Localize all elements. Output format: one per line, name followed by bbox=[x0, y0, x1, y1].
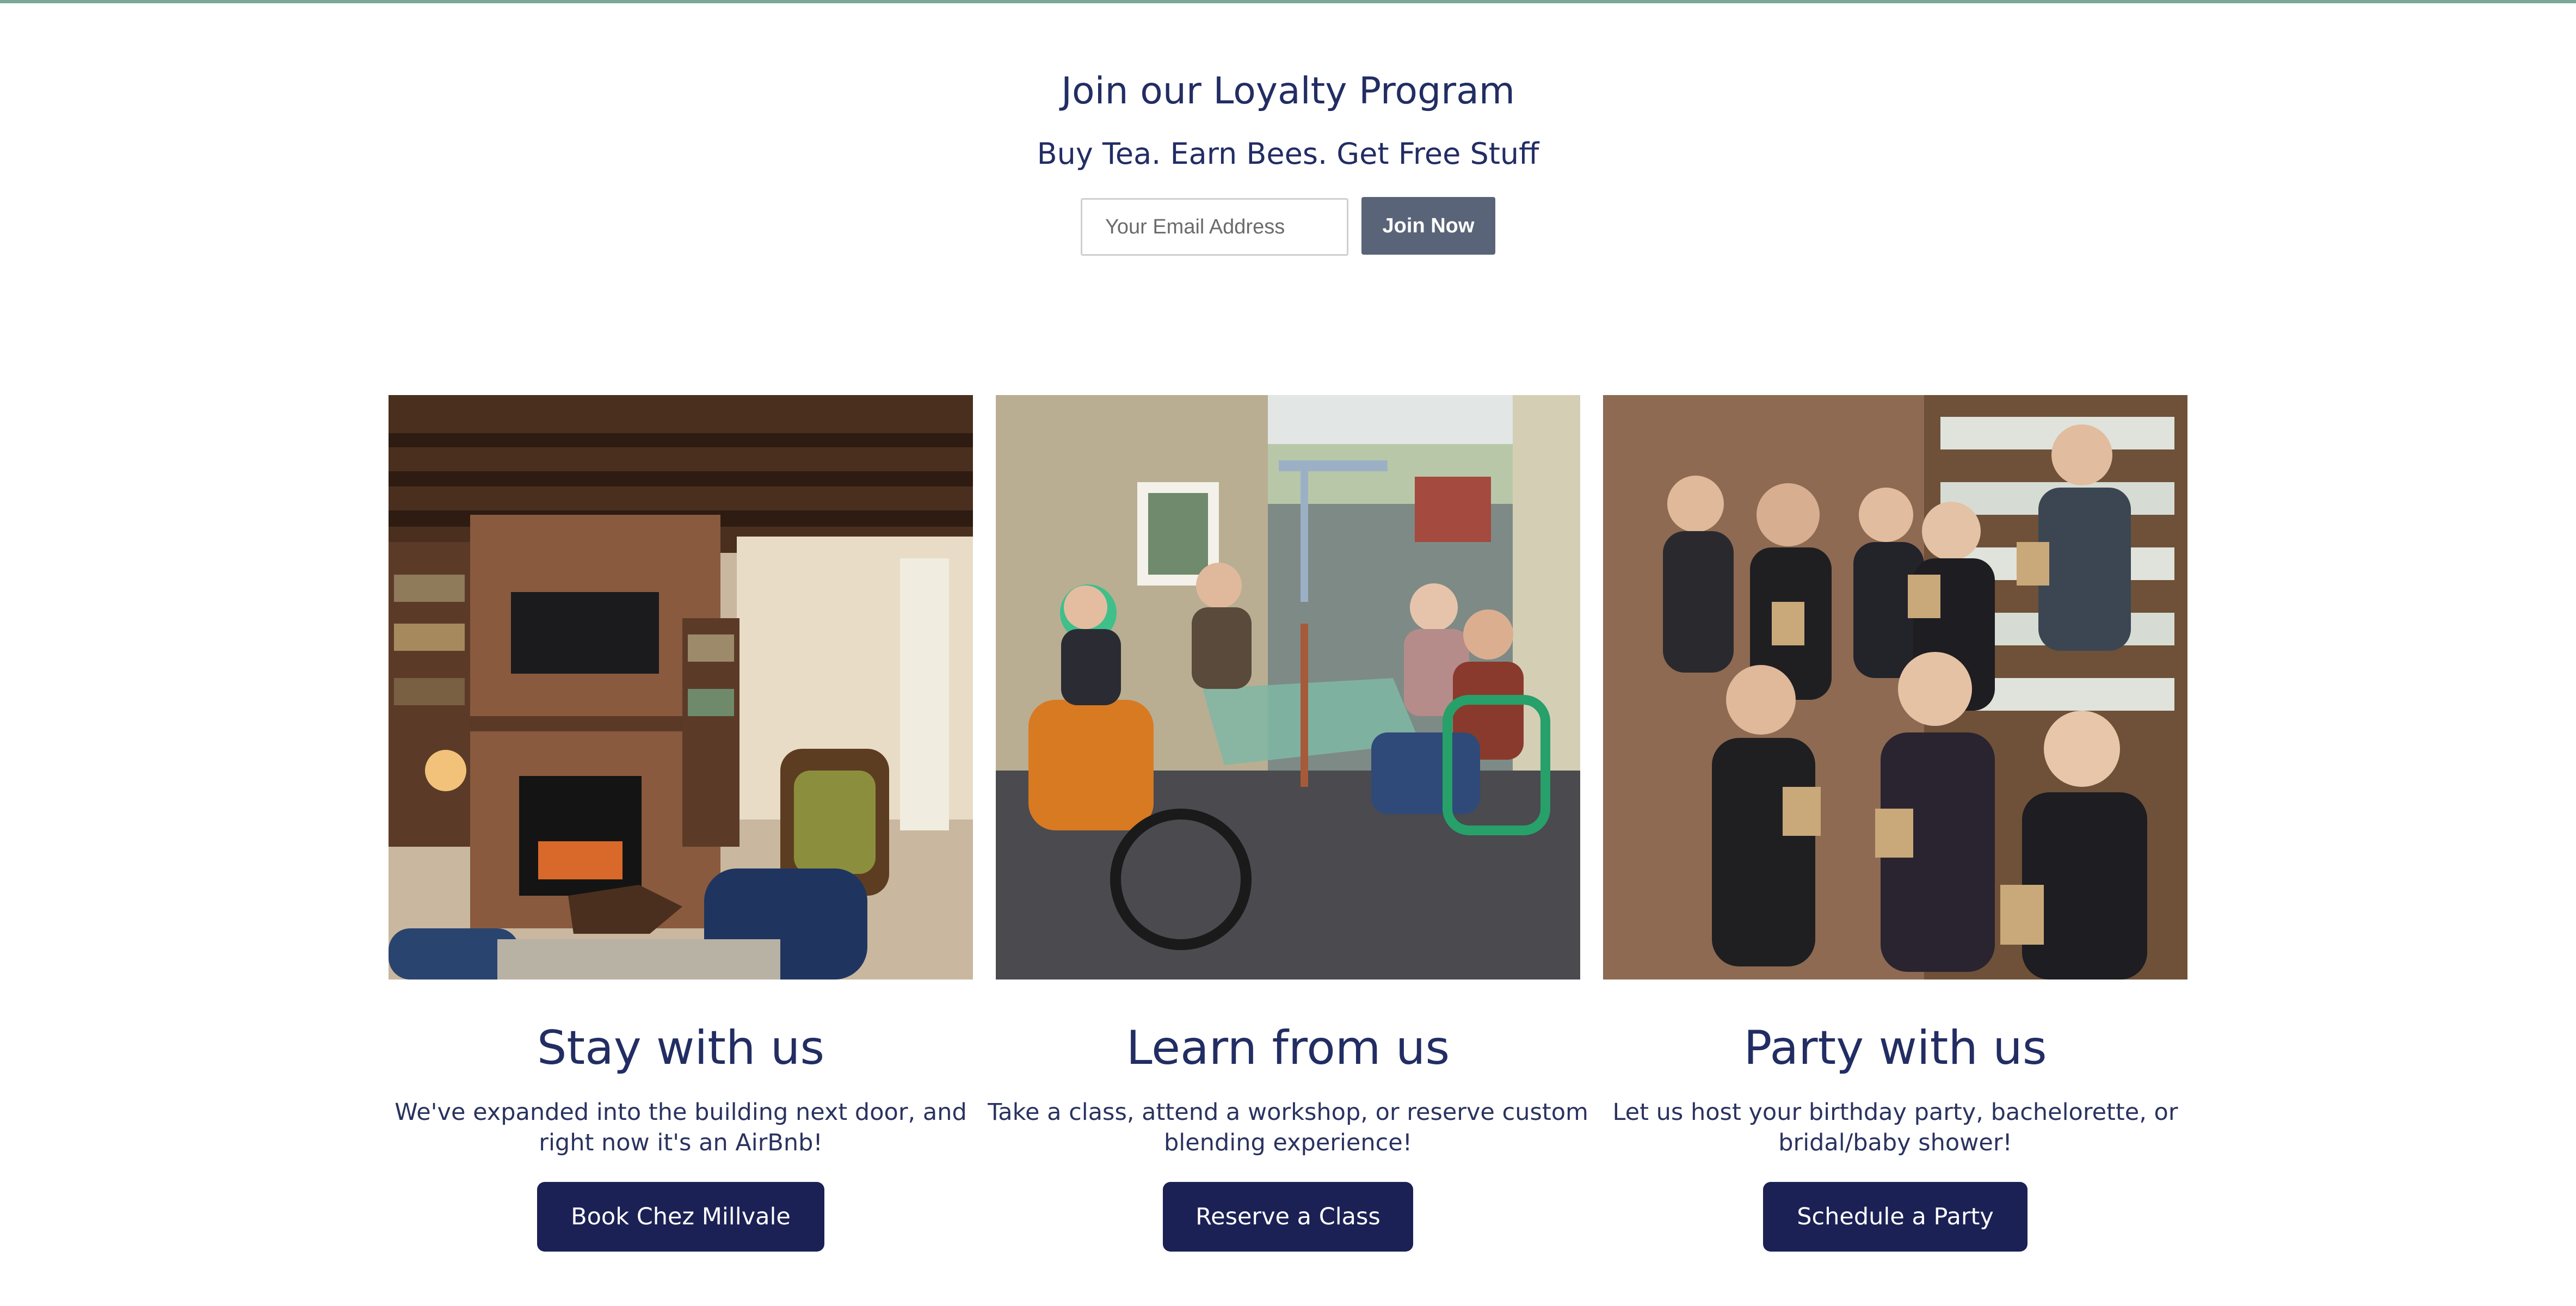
card-text: Take a class, attend a workshop, or rese… bbox=[988, 1099, 1588, 1156]
tea-shop-party-photo bbox=[1603, 395, 2187, 980]
loyalty-subtitle: Buy Tea. Earn Bees. Get Free Stuff bbox=[1037, 137, 1539, 171]
card-party: Party with us Let us host your birthday … bbox=[1603, 395, 2187, 1266]
loyalty-section: Join our Loyalty Program Buy Tea. Earn B… bbox=[0, 0, 2576, 305]
outdoor-patio-group-photo bbox=[996, 395, 1580, 980]
book-chez-millvale-button[interactable]: Book Chez Millvale bbox=[537, 1182, 824, 1252]
card-text: We've expanded into the building next do… bbox=[395, 1099, 967, 1156]
join-now-button[interactable]: Join Now bbox=[1361, 197, 1495, 255]
card-stay: Stay with us We've expanded into the bui… bbox=[389, 395, 973, 1266]
card-title: Stay with us bbox=[537, 1021, 825, 1075]
card-title: Learn from us bbox=[1126, 1021, 1450, 1075]
reserve-a-class-button[interactable]: Reserve a Class bbox=[1163, 1182, 1413, 1252]
living-room-fireplace-photo bbox=[389, 395, 973, 980]
card-text: Let us host your birthday party, bachelo… bbox=[1612, 1099, 2178, 1156]
loyalty-title: Join our Loyalty Program bbox=[1061, 70, 1515, 113]
card-title: Party with us bbox=[1743, 1021, 2047, 1075]
schedule-a-party-button[interactable]: Schedule a Party bbox=[1763, 1182, 2027, 1252]
email-input[interactable] bbox=[1081, 198, 1348, 256]
card-learn: Learn from us Take a class, attend a wor… bbox=[988, 395, 1588, 1266]
